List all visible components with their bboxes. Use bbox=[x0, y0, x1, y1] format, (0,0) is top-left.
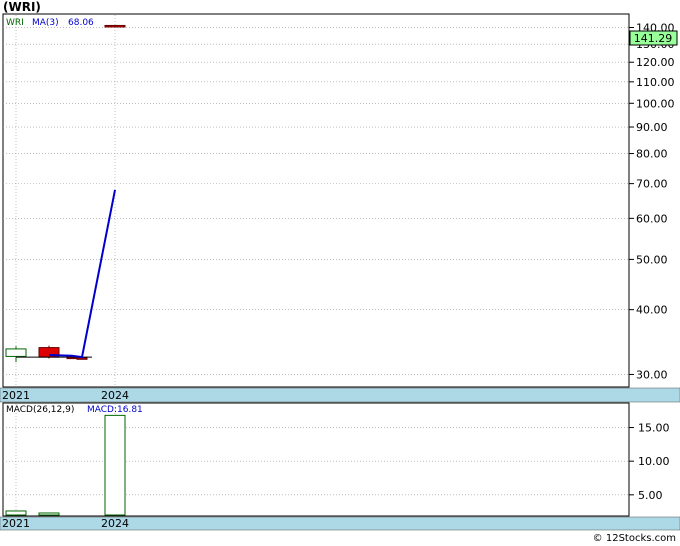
price-x-tick-label: 2024 bbox=[101, 389, 129, 402]
price-legend-ma-label: MA(3) bbox=[32, 18, 59, 28]
candle-body bbox=[5, 348, 27, 357]
macd-panel bbox=[2, 402, 630, 517]
last-price-tag: 141.29 bbox=[629, 30, 678, 46]
price-y-tick-label: 30.00 bbox=[636, 368, 668, 381]
macd-x-tick-label: 2021 bbox=[2, 517, 30, 530]
last-price-value: 141.29 bbox=[634, 32, 673, 45]
macd-x-tick-label: 2024 bbox=[101, 517, 129, 530]
price-panel bbox=[2, 13, 630, 388]
price-y-tick-label: 60.00 bbox=[636, 212, 668, 225]
price-y-tick-label: 100.00 bbox=[636, 97, 675, 110]
macd-bar bbox=[104, 414, 126, 516]
macd-y-tick-label: 10.00 bbox=[638, 455, 670, 468]
macd-y-axis: 5.00 10.00 15.00 bbox=[629, 422, 670, 502]
candle-body bbox=[104, 24, 126, 28]
price-x-tick-label: 2021 bbox=[2, 389, 30, 402]
price-legend-ma-value: 68.06 bbox=[68, 18, 94, 28]
macd-y-tick-label: 15.00 bbox=[638, 422, 670, 435]
footer-credit: © 12Stocks.com bbox=[592, 533, 676, 544]
macd-y-tick-label: 5.00 bbox=[638, 489, 663, 502]
price-legend-symbol: WRI bbox=[6, 18, 24, 28]
price-y-tick-label: 80.00 bbox=[636, 148, 668, 161]
price-y-tick-label: 90.00 bbox=[636, 121, 668, 134]
price-y-tick-label: 40.00 bbox=[636, 304, 668, 317]
stock-chart: 30.00 40.00 50.00 60.00 70.00 80.00 90.00 100.0… bbox=[0, 13, 680, 531]
price-y-tick-label: 70.00 bbox=[636, 178, 668, 191]
macd-legend-label: MACD(26,12,9) bbox=[6, 405, 74, 415]
price-y-tick-label: 120.00 bbox=[636, 56, 675, 69]
macd-bar bbox=[38, 512, 60, 516]
macd-legend-value: MACD:16.81 bbox=[87, 405, 143, 415]
price-y-tick-label: 50.00 bbox=[636, 253, 668, 266]
price-y-axis: 30.00 40.00 50.00 60.00 70.00 80.00 90.00 100.0… bbox=[629, 22, 675, 381]
price-y-tick-label: 110.00 bbox=[636, 76, 675, 89]
macd-bar bbox=[5, 510, 27, 516]
